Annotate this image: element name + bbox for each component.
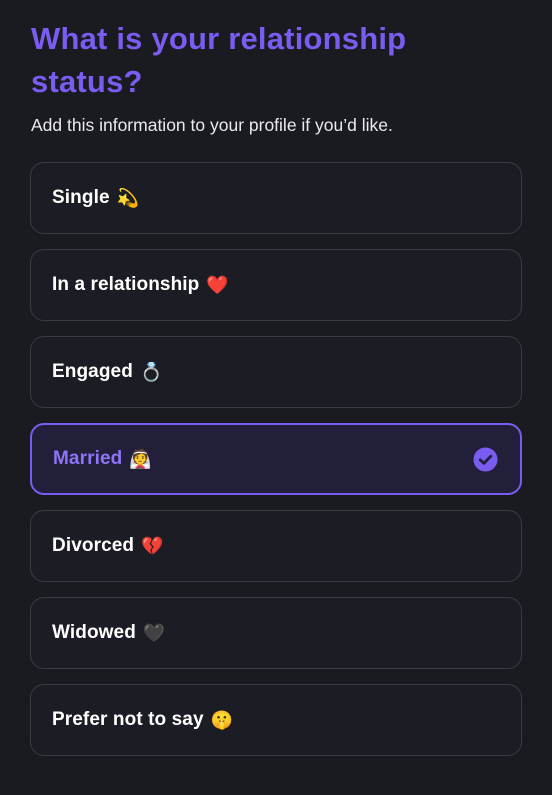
option-single[interactable]: Single 💫 — [30, 162, 522, 234]
option-prefer-not-to-say[interactable]: Prefer not to say 🤫 — [30, 684, 522, 756]
option-label: Engaged — [52, 361, 133, 382]
option-content: In a relationship ❤️ — [52, 274, 229, 296]
option-content: Divorced 💔 — [52, 535, 164, 557]
option-in-a-relationship[interactable]: In a relationship ❤️ — [30, 249, 522, 321]
option-label: Widowed — [52, 622, 136, 643]
option-label: Prefer not to say — [52, 709, 204, 730]
bride-emoji-icon: 👰 — [129, 448, 152, 470]
option-engaged[interactable]: Engaged 💍 — [30, 336, 522, 408]
option-content: Single 💫 — [52, 187, 139, 209]
page-title: What is your relationship status? — [31, 21, 407, 99]
option-divorced[interactable]: Divorced 💔 — [30, 510, 522, 582]
page-subtitle: Add this information to your profile if … — [31, 115, 393, 135]
black-heart-emoji-icon: 🖤 — [142, 622, 166, 644]
option-label: Single — [52, 187, 110, 208]
option-content: Engaged 💍 — [52, 361, 162, 383]
option-married[interactable]: Married 👰 — [30, 423, 522, 495]
option-label: Married — [53, 448, 123, 469]
option-label: In a relationship — [52, 274, 200, 295]
check-circle-icon — [473, 447, 498, 472]
option-content: Married 👰 — [53, 448, 152, 470]
relationship-options-list: Single 💫 In a relationship ❤️ Engaged 💍 … — [30, 162, 522, 756]
option-label: Divorced — [52, 535, 135, 556]
option-content: Widowed 🖤 — [52, 622, 165, 644]
shushing-face-emoji-icon: 🤫 — [210, 709, 234, 731]
ring-emoji-icon: 💍 — [139, 361, 163, 383]
option-widowed[interactable]: Widowed 🖤 — [30, 597, 522, 669]
option-content: Prefer not to say 🤫 — [52, 709, 233, 731]
relationship-status-screen: What is your relationship status? Add th… — [0, 0, 552, 795]
heart-emoji-icon: ❤️ — [206, 274, 229, 296]
broken-heart-emoji-icon: 💔 — [141, 535, 164, 557]
sparkle-emoji-icon: 💫 — [116, 187, 140, 209]
